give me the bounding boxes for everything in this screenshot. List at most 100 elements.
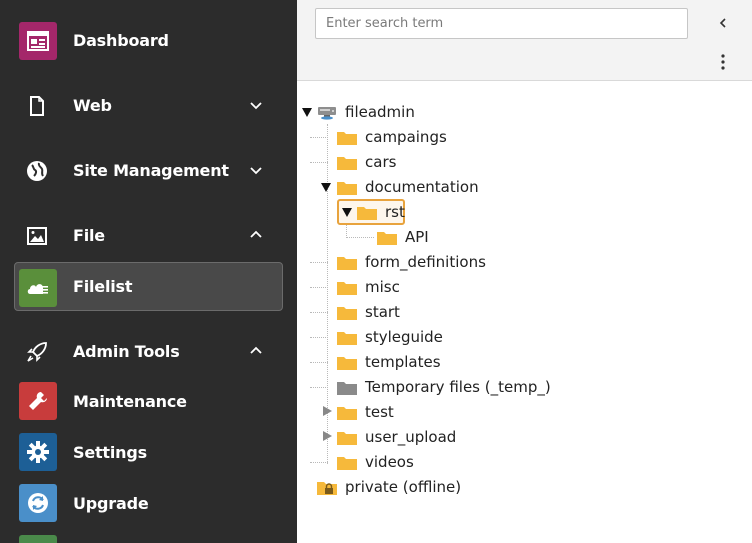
triangle-down-icon <box>302 108 312 117</box>
tree-node-test[interactable]: test <box>337 400 394 424</box>
node-label: private (offline) <box>345 478 462 496</box>
tree-line <box>310 287 328 288</box>
tree-node-styleguide[interactable]: styleguide <box>337 325 443 349</box>
node-label: API <box>405 228 429 246</box>
module-label: Upgrade <box>73 494 149 513</box>
folder-icon <box>337 181 357 195</box>
node-label: campaings <box>365 128 447 146</box>
folder-icon <box>337 306 357 320</box>
expand-toggle-user-upload[interactable] <box>321 430 333 442</box>
node-label: Temporary files (_temp_) <box>365 378 551 396</box>
triangle-right-icon <box>323 406 332 416</box>
tree-line <box>310 362 328 363</box>
tree-node-cars[interactable]: cars <box>337 150 396 174</box>
kebab-menu-icon <box>721 54 725 70</box>
refresh-icon <box>19 484 57 522</box>
triangle-down-icon <box>321 183 331 192</box>
tree-node-fileadmin[interactable]: fileadmin <box>317 100 415 124</box>
node-label: documentation <box>365 178 479 196</box>
tree-node-api[interactable]: API <box>377 225 429 249</box>
folder-icon <box>337 156 357 170</box>
node-label: test <box>365 403 394 421</box>
tree-line <box>310 337 328 338</box>
collapse-panel-button[interactable] <box>715 14 731 32</box>
module-admin-tools[interactable]: Admin Tools <box>0 326 297 376</box>
node-label: cars <box>365 153 397 171</box>
search-input[interactable] <box>315 8 688 39</box>
module-label: Web <box>73 96 112 115</box>
module-label: Settings <box>73 443 147 462</box>
tree-node-user-upload[interactable]: user_upload <box>337 425 456 449</box>
triangle-right-icon <box>323 431 332 441</box>
module-filelist[interactable]: Filelist <box>0 261 297 311</box>
tree-node-misc[interactable]: misc <box>337 275 400 299</box>
folder-icon <box>337 281 357 295</box>
expand-toggle-rst[interactable] <box>341 206 353 218</box>
node-label: start <box>365 303 400 321</box>
folder-icon <box>337 256 357 270</box>
globe-icon <box>26 160 48 182</box>
chevron-down-icon[interactable] <box>248 97 264 113</box>
node-label: styleguide <box>365 328 443 346</box>
module-label: File <box>73 226 105 245</box>
tree-node-form-definitions[interactable]: form_definitions <box>337 250 486 274</box>
triangle-down-icon <box>342 208 352 217</box>
dashboard-icon <box>19 22 57 60</box>
node-label: fileadmin <box>345 103 415 121</box>
tree-node-templates[interactable]: templates <box>337 350 441 374</box>
folder-icon <box>337 456 357 470</box>
image-icon <box>26 225 48 247</box>
node-label: misc <box>365 278 400 296</box>
module-label: Filelist <box>73 277 133 296</box>
expand-toggle-documentation[interactable] <box>320 181 332 193</box>
rocket-icon <box>26 341 48 363</box>
expand-toggle-test[interactable] <box>321 405 333 417</box>
chevron-left-icon <box>719 18 726 28</box>
tree-node-private-offline[interactable]: private (offline) <box>317 475 461 499</box>
module-file[interactable]: File <box>0 210 297 260</box>
folder-icon <box>377 231 397 245</box>
node-label: rst <box>385 203 405 221</box>
module-label: Admin Tools <box>73 342 180 361</box>
tree-line <box>310 262 328 263</box>
node-label: form_definitions <box>365 253 486 271</box>
module-web[interactable]: Web <box>0 80 297 130</box>
tree-node-rst[interactable]: rst <box>357 200 405 224</box>
chevron-up-icon[interactable] <box>248 343 264 359</box>
tree-line <box>310 162 328 163</box>
folder-icon <box>337 431 357 445</box>
tree-toolbar <box>297 0 752 81</box>
tree-line <box>310 387 328 388</box>
module-maintenance[interactable]: Maintenance <box>0 376 297 426</box>
node-label: videos <box>365 453 414 471</box>
folder-icon <box>357 206 377 220</box>
folder-icon <box>337 356 357 370</box>
tree-line <box>310 312 328 313</box>
page-icon <box>26 95 48 117</box>
tree-line <box>346 237 374 238</box>
module-site-management[interactable]: Site Management <box>0 145 297 195</box>
more-actions-button[interactable] <box>715 51 731 73</box>
folder-gray-icon <box>337 381 357 395</box>
tree-node-documentation[interactable]: documentation <box>337 175 479 199</box>
module-dashboard[interactable]: Dashboard <box>0 15 297 65</box>
module-label: Site Management <box>73 161 229 180</box>
expand-toggle-fileadmin[interactable] <box>301 106 313 118</box>
module-next-icon[interactable] <box>19 535 57 543</box>
module-label: Maintenance <box>73 392 187 411</box>
chevron-down-icon[interactable] <box>248 162 264 178</box>
storage-icon <box>318 106 336 120</box>
module-settings[interactable]: Settings <box>0 427 297 477</box>
folder-icon <box>337 131 357 145</box>
gear-icon <box>19 433 57 471</box>
module-menu: Dashboard Web Site Management File Filel… <box>0 0 297 543</box>
locked-folder-icon <box>317 481 337 495</box>
tree-node-start[interactable]: start <box>337 300 400 324</box>
chevron-up-icon[interactable] <box>248 227 264 243</box>
tree-node-videos[interactable]: videos <box>337 450 414 474</box>
node-label: user_upload <box>365 428 457 446</box>
module-upgrade[interactable]: Upgrade <box>0 478 297 528</box>
folder-icon <box>337 406 357 420</box>
tree-node-temporary-files[interactable]: Temporary files (_temp_) <box>337 375 551 399</box>
tree-node-campaings[interactable]: campaings <box>337 125 447 149</box>
